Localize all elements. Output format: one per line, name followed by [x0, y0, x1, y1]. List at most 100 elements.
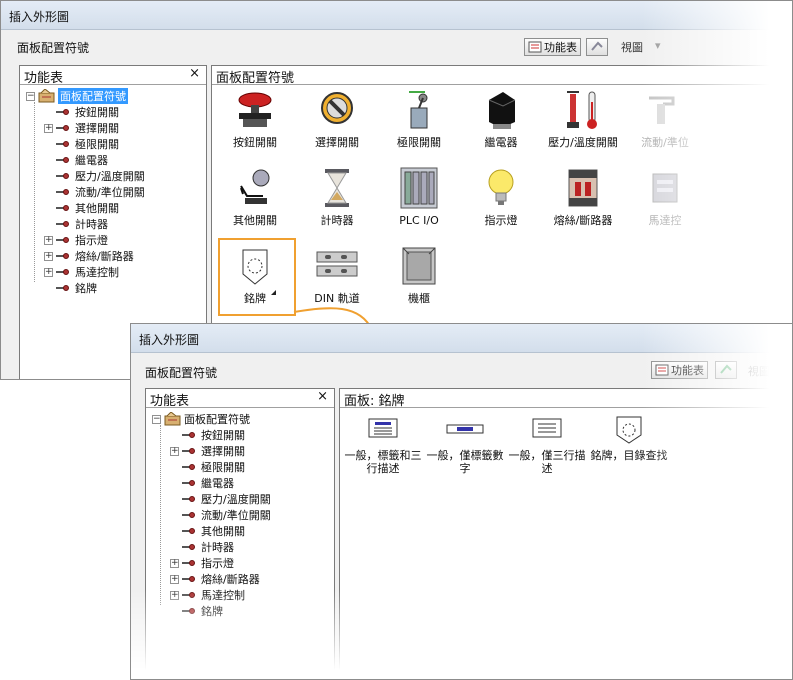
symbol-cabinet[interactable]: 機櫃 [378, 244, 460, 305]
tree-item-label: 繼電器 [75, 154, 108, 167]
expand-icon[interactable]: + [170, 558, 179, 568]
tree-guide [34, 102, 35, 282]
tree-item-motor[interactable]: + 馬達控制 [170, 587, 245, 603]
tree-header-label: 功能表 [24, 71, 64, 86]
nameplate-three-line[interactable]: 一般，僅三行描述 [506, 415, 588, 475]
tree-item-label: 計時器 [75, 218, 108, 231]
tree-item-timer[interactable]: 計時器 [170, 539, 234, 555]
motor-control-icon [643, 166, 687, 210]
back-arrow-icon [590, 41, 604, 53]
expand-icon[interactable]: + [170, 446, 179, 456]
plug-icon [56, 252, 72, 260]
symbol-pilot-light[interactable]: 指示燈 [460, 166, 542, 227]
symbol-label: 銘牌，目錄查找 [590, 449, 668, 462]
plc-io-icon [397, 166, 441, 210]
tree-item-relay[interactable]: 繼電器 [170, 475, 234, 491]
tree-item-label: 其他開關 [201, 525, 245, 538]
window-1-menu-button[interactable]: 功能表 [524, 38, 581, 56]
symbol-limit[interactable]: 極限開關 [378, 88, 460, 149]
tree-item-nameplate[interactable]: 銘牌 [170, 603, 223, 619]
plug-icon [182, 463, 198, 471]
tree-item-pressure[interactable]: 壓力/溫度開關 [44, 168, 145, 184]
tree-item-label: 選擇開關 [201, 445, 245, 458]
close-icon[interactable]: × [317, 389, 328, 404]
tree-item-label: 按鈕開關 [75, 106, 119, 119]
close-icon[interactable]: × [189, 66, 200, 81]
symbol-label: 一般，僅三行描述 [508, 449, 586, 475]
tree-item-other[interactable]: 其他開關 [170, 523, 245, 539]
tree-item-pilot-light[interactable]: + 指示燈 [170, 555, 234, 571]
tree-item-limit[interactable]: 極限開關 [170, 459, 245, 475]
tree-item-label: 按鈕開關 [201, 429, 245, 442]
window-2-tree-header: 功能表 × [146, 389, 334, 409]
nameplate-catalog-lookup[interactable]: 銘牌，目錄查找 [588, 415, 670, 462]
plug-icon [182, 575, 198, 583]
chevron-down-icon[interactable]: ▾ [655, 39, 661, 52]
hourglass-icon [315, 166, 359, 210]
symbol-pushbutton[interactable]: 按鈕開關 [214, 88, 296, 149]
tree-item-motor[interactable]: + 馬達控制 [44, 264, 119, 280]
expand-icon[interactable]: + [44, 267, 53, 277]
symbol-relay[interactable]: 繼電器 [460, 88, 542, 149]
expand-icon[interactable]: + [170, 590, 179, 600]
window-2-view-label[interactable]: 視圖 [748, 363, 770, 379]
symbol-other-switch[interactable]: 其他開關 [214, 166, 296, 227]
symbol-pressure-temp[interactable]: 壓力/溫度開關 [542, 88, 624, 149]
expand-icon[interactable]: + [44, 251, 53, 261]
plug-icon [56, 108, 72, 116]
highlight-callout [218, 238, 296, 316]
tree-item-flow[interactable]: 流動/準位開關 [44, 184, 145, 200]
symbol-label: 其他開關 [233, 214, 277, 227]
tree-item-label: 計時器 [201, 541, 234, 554]
tree-item-relay[interactable]: 繼電器 [44, 152, 108, 168]
window-1-back-button[interactable] [586, 38, 608, 56]
symbol-flow-level[interactable]: 流動/準位 [624, 88, 706, 149]
plug-icon [56, 172, 72, 180]
symbol-timer[interactable]: 計時器 [296, 166, 378, 227]
tree-root[interactable]: − 面板配置符號 [26, 88, 128, 104]
nameplate-label-three-line[interactable]: 一般，標籤和三行描述 [342, 415, 424, 475]
symbol-din-rail[interactable]: DIN 軌道 [296, 244, 378, 305]
collapse-icon[interactable]: − [152, 414, 161, 424]
tree-item-other[interactable]: 其他開關 [44, 200, 119, 216]
expand-icon[interactable]: + [44, 123, 53, 133]
tree-item-label: 指示燈 [75, 234, 108, 247]
expand-icon[interactable]: + [44, 235, 53, 245]
tree-item-pushbutton[interactable]: 按鈕開關 [44, 104, 119, 120]
tree-root-label: 面板配置符號 [58, 88, 128, 104]
tree-item-selector[interactable]: + 選擇開關 [170, 443, 245, 459]
tree-item-label: 壓力/溫度開關 [201, 493, 271, 506]
tree-item-pressure[interactable]: 壓力/溫度開關 [170, 491, 271, 507]
expand-icon[interactable]: + [170, 574, 179, 584]
tree-item-selector[interactable]: + 選擇開關 [44, 120, 119, 136]
tree-item-fuse[interactable]: + 熔絲/斷路器 [44, 248, 134, 264]
nameplate-label-number-icon [443, 415, 487, 445]
window-2-menu-button[interactable]: 功能表 [651, 361, 708, 379]
nameplate-label-number[interactable]: 一般，僅標籤數字 [424, 415, 506, 475]
tree-root[interactable]: − 面板配置符號 [152, 411, 250, 427]
flow-level-icon [643, 88, 687, 132]
window-1-title: 插入外形圖 [9, 10, 70, 24]
tree-item-limit[interactable]: 極限開關 [44, 136, 119, 152]
tree-item-timer[interactable]: 計時器 [44, 216, 108, 232]
tree-item-label: 其他開關 [75, 202, 119, 215]
window-1-view-label[interactable]: 視圖 [621, 39, 643, 55]
plug-icon [182, 479, 198, 487]
tree-item-fuse[interactable]: + 熔絲/斷路器 [170, 571, 260, 587]
menu-icon [655, 364, 669, 376]
tree-item-pushbutton[interactable]: 按鈕開關 [170, 427, 245, 443]
collapse-icon[interactable]: − [26, 91, 35, 101]
tree-item-nameplate[interactable]: 銘牌 [44, 280, 97, 296]
tree-item-flow[interactable]: 流動/準位開關 [170, 507, 271, 523]
symbol-plc-io[interactable]: PLC I/O [378, 166, 460, 227]
tree-item-pilot-light[interactable]: + 指示燈 [44, 232, 108, 248]
symbol-selector[interactable]: 選擇開關 [296, 88, 378, 149]
symbol-fuse-breaker[interactable]: 熔絲/斷路器 [542, 166, 624, 227]
plug-icon [182, 511, 198, 519]
back-arrow-icon [719, 364, 733, 376]
light-bulb-icon [479, 166, 523, 210]
symbol-motor-control[interactable]: 馬達控 [624, 166, 706, 227]
plug-icon [56, 236, 72, 244]
window-2-back-button[interactable] [715, 361, 737, 379]
panel-folder-icon [164, 411, 182, 426]
